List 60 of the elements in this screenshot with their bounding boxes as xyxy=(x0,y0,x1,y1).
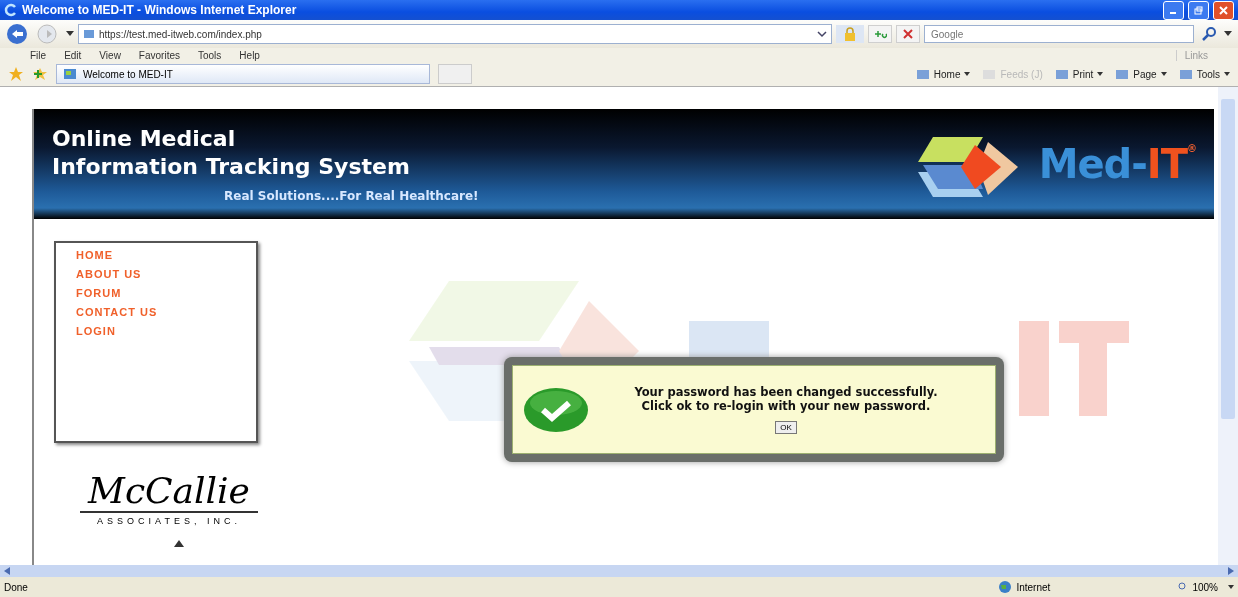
search-field[interactable]: Google xyxy=(924,25,1194,43)
refresh-icon[interactable] xyxy=(873,29,887,39)
caret-icon[interactable] xyxy=(1097,72,1104,76)
caret-icon[interactable] xyxy=(964,72,971,76)
globe-icon xyxy=(998,580,1013,594)
menu-item[interactable]: Favorites xyxy=(138,49,180,61)
toolbar-button[interactable]: Print xyxy=(1054,68,1104,80)
scroll-left-icon[interactable] xyxy=(4,567,10,575)
menu-item[interactable]: Edit xyxy=(64,49,82,61)
window-title: Welcome to MED-IT - Windows Internet Explorer xyxy=(22,3,298,17)
menu-item[interactable]: File xyxy=(30,49,47,61)
ok-button[interactable]: OK xyxy=(775,421,797,434)
caret-icon[interactable] xyxy=(1228,585,1234,589)
restore-icon[interactable] xyxy=(1194,5,1203,15)
toolbar-icon[interactable] xyxy=(1115,68,1130,80)
toolbar-icon[interactable] xyxy=(1054,68,1069,80)
toolbar-button[interactable]: Tools xyxy=(1178,68,1230,80)
restore-button[interactable] xyxy=(1188,0,1209,20)
dialog-message: Your password has been changed successfully. Click ok to re-login with your new password. xyxy=(633,385,939,413)
brand-logo: Med-IT® xyxy=(1038,144,1196,184)
caret-icon[interactable] xyxy=(66,31,74,37)
minimize-button[interactable] xyxy=(1163,0,1184,20)
status-text: Done xyxy=(4,581,29,593)
stop-icon[interactable] xyxy=(903,29,913,39)
page-icon xyxy=(83,28,95,40)
scroll-right-icon[interactable] xyxy=(1228,567,1234,575)
horizontal-scrollbar[interactable] xyxy=(0,565,1238,577)
toolbar-icon[interactable] xyxy=(1178,68,1193,80)
caret-icon[interactable] xyxy=(1160,72,1167,76)
browser-icon xyxy=(4,3,18,17)
toolbar-icon[interactable] xyxy=(915,68,930,80)
toolbar-button[interactable]: Page xyxy=(1115,68,1167,80)
tagline: Real Solutions....For Real Healthcare! xyxy=(223,189,480,203)
up-arrow-icon xyxy=(174,540,184,547)
menu-item[interactable]: Help xyxy=(239,49,260,61)
stop-button[interactable] xyxy=(896,25,920,43)
menu-item[interactable]: View xyxy=(99,49,121,61)
address-field[interactable]: https://test.med-itweb.com/index.php xyxy=(78,24,832,44)
browser-tab[interactable]: Welcome to MED-IT xyxy=(56,64,430,84)
search-icon[interactable] xyxy=(1202,27,1216,41)
close-icon[interactable] xyxy=(1219,5,1228,15)
company-subtitle: ASSOCIATES, INC. xyxy=(97,516,241,526)
site-title: Information Tracking System xyxy=(52,153,411,181)
star-icon[interactable] xyxy=(8,66,24,82)
zoom-button[interactable]: 100% xyxy=(1178,581,1218,593)
checkmark-icon xyxy=(523,386,589,433)
security-zone: Internet xyxy=(1016,581,1051,593)
close-button[interactable] xyxy=(1213,0,1234,20)
add-favorite-icon[interactable] xyxy=(32,67,48,81)
site-title: Online Medical xyxy=(52,125,237,153)
company-name: McCallie xyxy=(80,471,258,513)
page-icon[interactable] xyxy=(63,68,77,80)
toolbar-button[interactable]: Home xyxy=(915,68,971,80)
refresh-button[interactable] xyxy=(868,25,892,43)
vertical-scrollbar[interactable] xyxy=(1218,87,1238,565)
zoom-icon[interactable] xyxy=(1178,582,1189,592)
menu-item[interactable]: Tools xyxy=(198,49,222,61)
caret-icon[interactable] xyxy=(1224,31,1232,37)
caret-icon[interactable] xyxy=(1224,72,1230,76)
dropdown-icon[interactable] xyxy=(817,30,827,38)
